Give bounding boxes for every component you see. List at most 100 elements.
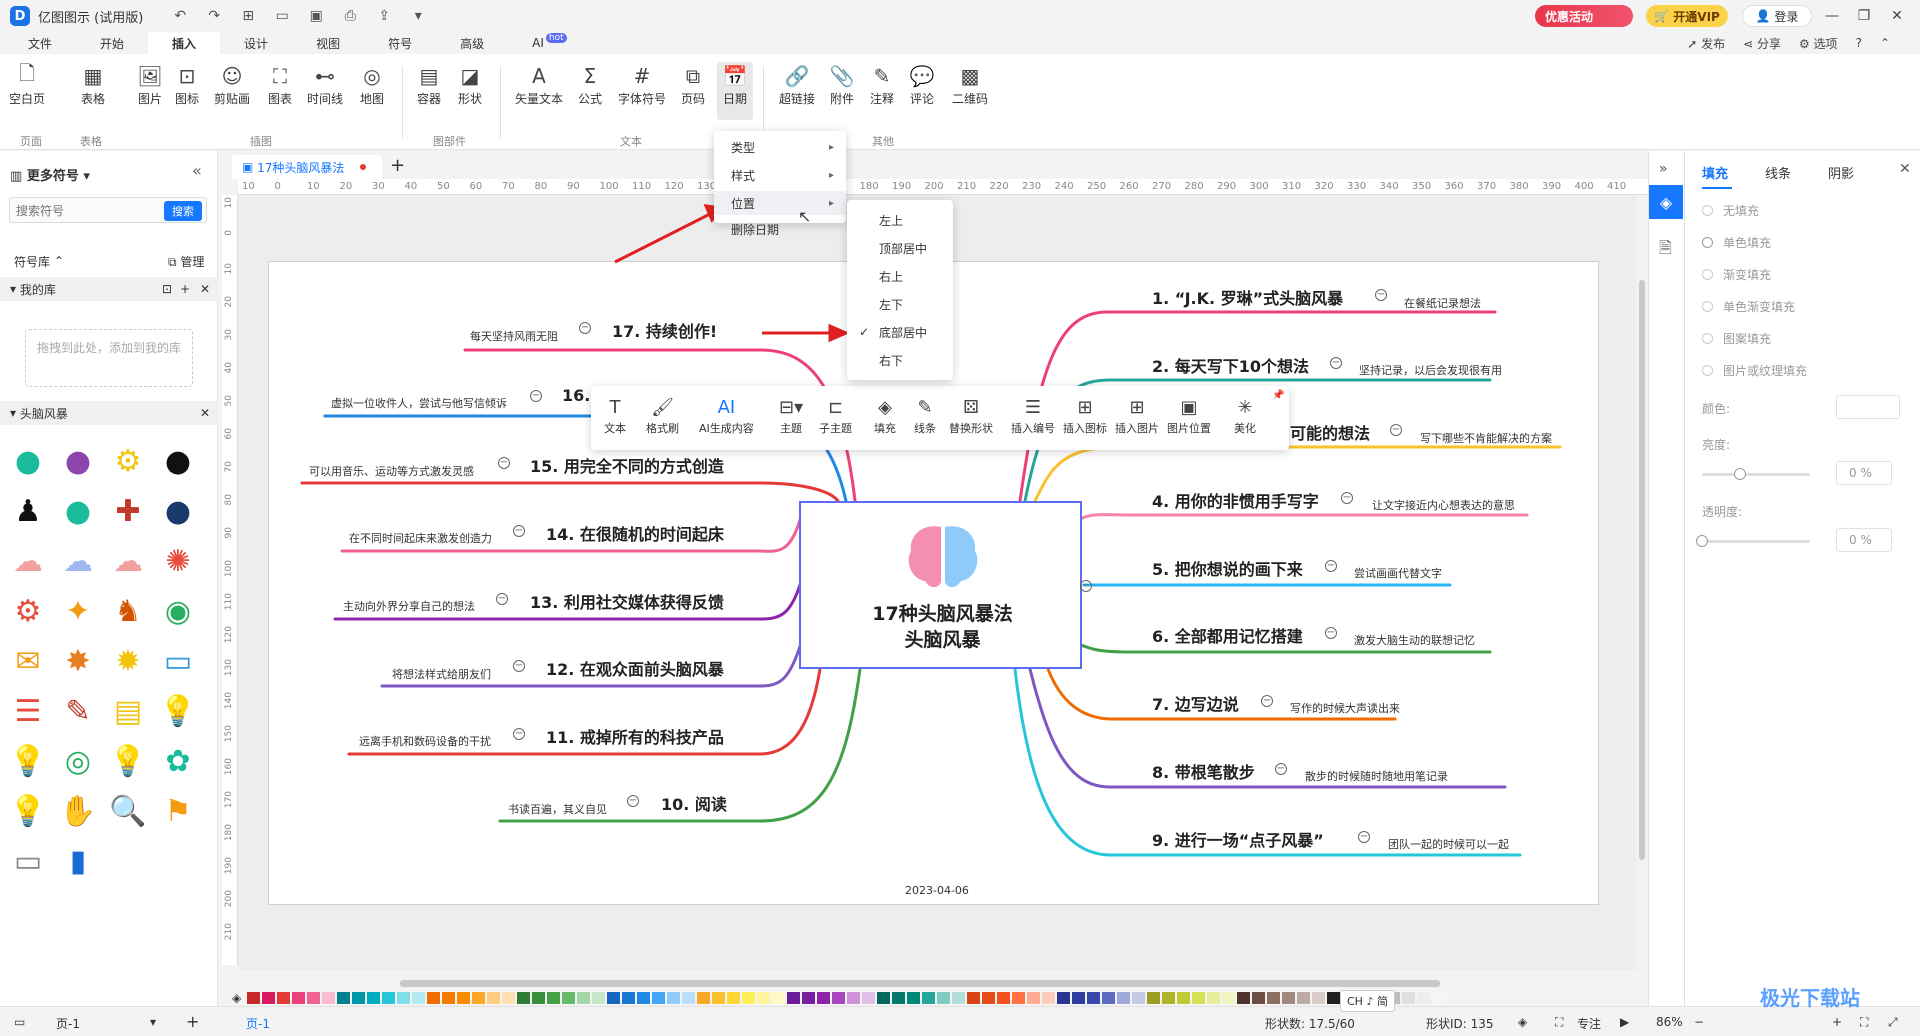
color-swatch[interactable]: [832, 992, 846, 1004]
color-swatch[interactable]: [727, 992, 741, 1004]
color-swatch[interactable]: [262, 992, 276, 1004]
topic-11[interactable]: 11. 戒掉所有的科技产品: [546, 724, 724, 748]
tab-shadow[interactable]: 阴影: [1828, 163, 1854, 182]
topic-5-note[interactable]: 尝试画画代替文字: [1354, 565, 1442, 581]
collapse-icon[interactable]: −: [513, 525, 525, 537]
menu-item-delete-date[interactable]: 删除日期: [714, 219, 846, 239]
topic-8-note[interactable]: 散步的时候随时随地用笔记录: [1305, 768, 1448, 784]
color-swatch[interactable]: [367, 992, 381, 1004]
topic-6[interactable]: 6. 全部都用记忆搭建: [1152, 623, 1303, 647]
color-swatch[interactable]: [1132, 992, 1146, 1004]
color-swatch[interactable]: [517, 992, 531, 1004]
position-top-left[interactable]: 左上: [847, 206, 953, 234]
layers-icon[interactable]: ◈: [1518, 1015, 1527, 1029]
fill-button[interactable]: ◈ 填充: [874, 394, 896, 436]
topic-9-note[interactable]: 团队一起的时候可以一起: [1388, 836, 1509, 852]
color-swatch[interactable]: [667, 992, 681, 1004]
line-button[interactable]: ✎ 线条: [914, 394, 936, 436]
collapse-icon[interactable]: −: [579, 322, 591, 334]
collapse-icon[interactable]: −: [1275, 763, 1287, 775]
brightness-slider[interactable]: [1702, 468, 1810, 480]
color-swatch[interactable]: [937, 992, 951, 1004]
collapse-icon[interactable]: −: [1375, 289, 1387, 301]
color-swatch[interactable]: [892, 992, 906, 1004]
menu-item-position[interactable]: 位置 ▸: [714, 191, 846, 215]
color-swatch[interactable]: [982, 992, 996, 1004]
transparency-input[interactable]: 0 %: [1836, 528, 1892, 552]
color-swatch[interactable]: [1027, 992, 1041, 1004]
collapse-icon[interactable]: −: [1390, 424, 1402, 436]
scroll-thumb[interactable]: [1639, 280, 1645, 860]
color-swatch[interactable]: [952, 992, 966, 1004]
color-swatch[interactable]: [1432, 992, 1446, 1004]
fill-bucket-icon[interactable]: ◈: [232, 991, 241, 1005]
color-swatch[interactable]: [817, 992, 831, 1004]
color-swatch[interactable]: [1177, 992, 1191, 1004]
color-swatch[interactable]: [877, 992, 891, 1004]
option-no-fill[interactable]: 无填充: [1702, 201, 1902, 219]
color-swatch[interactable]: [1057, 992, 1071, 1004]
topic-2-note[interactable]: 坚持记录，以后会发现很有用: [1359, 362, 1502, 378]
add-page-icon[interactable]: +: [186, 1012, 199, 1031]
position-top-right[interactable]: 右上: [847, 262, 953, 290]
page-date[interactable]: 2023-04-06: [905, 884, 969, 897]
color-swatch[interactable]: [1312, 992, 1326, 1004]
topic-9[interactable]: 9. 进行一场“点子风暴”: [1152, 827, 1324, 851]
fullscreen-icon[interactable]: ⤢: [1888, 1015, 1898, 1030]
insert-picture-button[interactable]: ⊞ 插入图片: [1115, 394, 1159, 436]
color-swatch[interactable]: [547, 992, 561, 1004]
color-swatch[interactable]: [712, 992, 726, 1004]
topic-12-note[interactable]: 将想法样式给朋友们: [392, 666, 491, 682]
color-swatch[interactable]: [382, 992, 396, 1004]
topic-10[interactable]: 10. 阅读: [661, 791, 727, 815]
collapse-icon[interactable]: −: [1325, 560, 1337, 572]
menu-item-style[interactable]: 样式 ▸: [714, 163, 846, 187]
color-swatch[interactable]: [622, 992, 636, 1004]
topic-7-note[interactable]: 写作的时候大声读出来: [1290, 700, 1400, 716]
color-swatch[interactable]: [682, 992, 696, 1004]
color-swatch[interactable]: [637, 992, 651, 1004]
color-swatch[interactable]: [532, 992, 546, 1004]
collapse-icon[interactable]: −: [1341, 492, 1353, 504]
topic-16-note[interactable]: 虚拟一位收件人，尝试与他写信倾诉: [331, 395, 507, 411]
transparency-slider[interactable]: [1696, 535, 1810, 547]
color-swatch[interactable]: [472, 992, 486, 1004]
color-swatch[interactable]: [787, 992, 801, 1004]
page-property-icon[interactable]: 🗎: [1659, 237, 1672, 264]
vertical-scrollbar[interactable]: [1636, 195, 1648, 975]
brightness-input[interactable]: 0 %: [1836, 461, 1892, 485]
topic-7[interactable]: 7. 边写边说: [1152, 691, 1239, 715]
color-swatch[interactable]: [322, 992, 336, 1004]
horizontal-scrollbar[interactable]: [400, 980, 1440, 987]
subtopic-button[interactable]: ⊏ 子主题: [819, 394, 852, 436]
color-swatch[interactable]: [997, 992, 1011, 1004]
menu-item-type[interactable]: 类型 ▸: [714, 135, 846, 159]
text-button[interactable]: T 文本: [604, 394, 626, 436]
play-icon[interactable]: ▶: [1620, 1015, 1629, 1029]
color-swatch[interactable]: [442, 992, 456, 1004]
color-swatch[interactable]: [862, 992, 876, 1004]
color-swatch[interactable]: [652, 992, 666, 1004]
color-swatch[interactable]: [847, 992, 861, 1004]
focus-icon[interactable]: ⛶: [1555, 1015, 1563, 1030]
topic-13-note[interactable]: 主动向外界分享自己的想法: [343, 598, 475, 614]
color-swatch[interactable]: [742, 992, 756, 1004]
topic-2[interactable]: 2. 每天写下10个想法: [1152, 353, 1309, 377]
page-view-icon[interactable]: ▭: [14, 1015, 25, 1029]
focus-label[interactable]: 专注: [1577, 1015, 1601, 1032]
position-bottom-right[interactable]: 右下: [847, 346, 953, 374]
position-bottom-center[interactable]: ✓ 底部居中: [847, 318, 953, 346]
color-swatch[interactable]: [307, 992, 321, 1004]
topic-6-note[interactable]: 激发大脑生动的联想记忆: [1354, 632, 1475, 648]
color-swatch[interactable]: [1402, 992, 1416, 1004]
color-swatch[interactable]: [247, 992, 261, 1004]
color-swatch[interactable]: [292, 992, 306, 1004]
topic-3-note[interactable]: 写下哪些不肯能解决的方案: [1420, 430, 1552, 446]
collapse-icon[interactable]: −: [498, 457, 510, 469]
color-swatch[interactable]: [562, 992, 576, 1004]
color-swatch[interactable]: [1072, 992, 1086, 1004]
topic-4-note[interactable]: 让文字接近内心想表达的意思: [1372, 497, 1515, 513]
color-swatch[interactable]: [922, 992, 936, 1004]
option-solid-gradient-fill[interactable]: 单色渐变填充: [1702, 297, 1902, 315]
topic-15[interactable]: 15. 用完全不同的方式创造: [530, 453, 724, 477]
